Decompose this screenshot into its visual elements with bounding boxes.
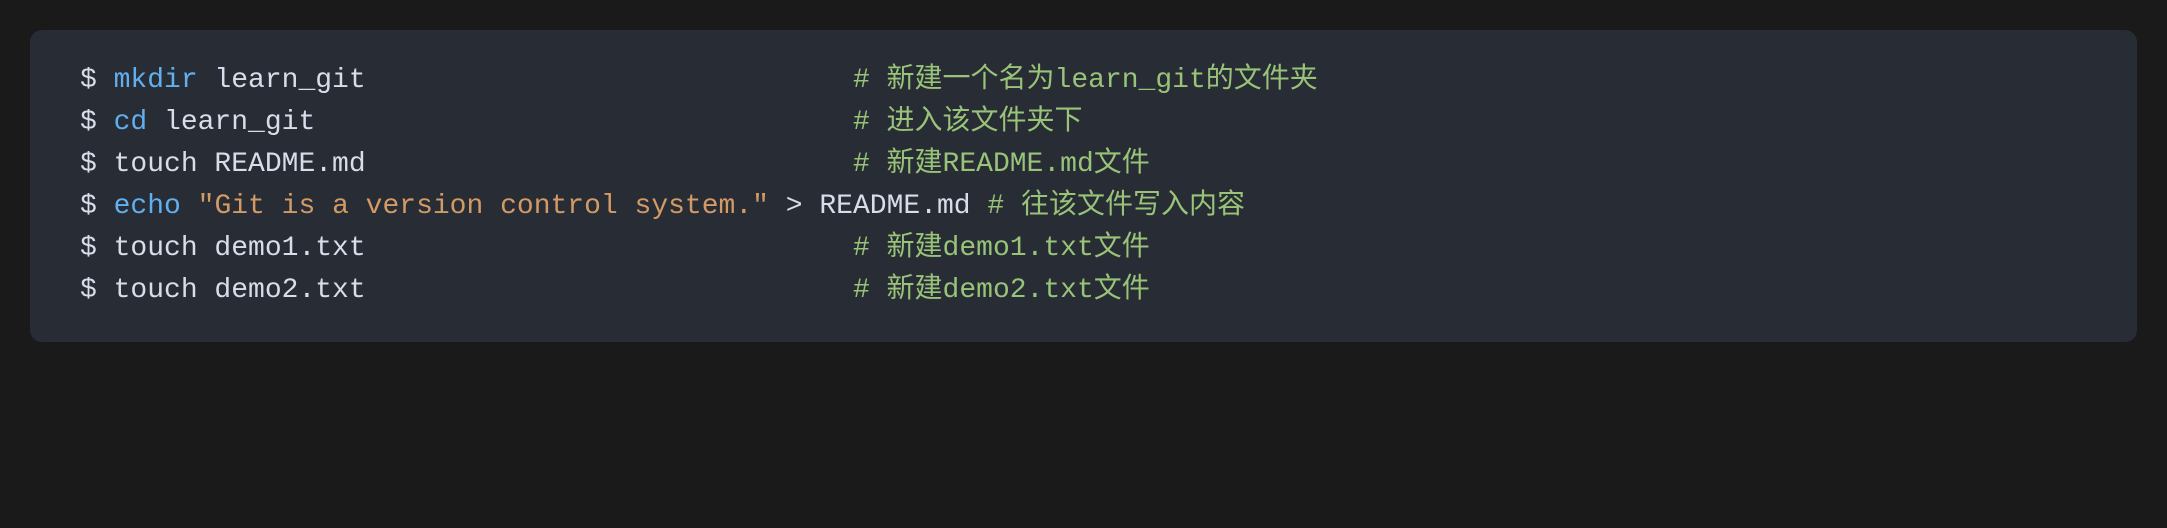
token-builtin: mkdir xyxy=(114,65,198,96)
command-part: $ cd learn_git xyxy=(80,102,315,144)
token-args: learn_git xyxy=(147,107,315,138)
token-args xyxy=(769,191,786,222)
padding xyxy=(366,144,853,186)
token-builtin: cd xyxy=(114,107,148,138)
prompt: $ xyxy=(80,149,114,180)
prompt: $ xyxy=(80,233,114,264)
terminal-line: $ echo "Git is a version control system.… xyxy=(80,186,2087,228)
padding xyxy=(315,102,853,144)
command-part: $ mkdir learn_git xyxy=(80,60,366,102)
prompt: $ xyxy=(80,191,114,222)
token-args: learn_git xyxy=(198,65,366,96)
terminal-line: $ touch demo1.txt # 新建demo1.txt文件 xyxy=(80,228,2087,270)
token-string: "Git is a version control system." xyxy=(198,191,769,222)
command-part: $ touch demo2.txt xyxy=(80,270,366,312)
prompt: $ xyxy=(80,65,114,96)
comment: # 新建demo2.txt文件 xyxy=(853,270,1150,312)
comment: # 进入该文件夹下 xyxy=(853,102,1083,144)
command-part: $ touch README.md xyxy=(80,144,366,186)
padding xyxy=(971,186,988,228)
prompt: $ xyxy=(80,275,114,306)
token-args: touch README.md xyxy=(114,149,366,180)
comment: # 新建README.md文件 xyxy=(853,144,1150,186)
comment: # 新建demo1.txt文件 xyxy=(853,228,1150,270)
token-args: touch demo1.txt xyxy=(114,233,366,264)
comment: # 往该文件写入内容 xyxy=(987,186,1245,228)
terminal-code-block: $ mkdir learn_git # 新建一个名为learn_git的文件夹$… xyxy=(30,30,2137,342)
prompt: $ xyxy=(80,107,114,138)
token-args xyxy=(181,191,198,222)
terminal-line: $ mkdir learn_git # 新建一个名为learn_git的文件夹 xyxy=(80,60,2087,102)
terminal-line: $ touch demo2.txt # 新建demo2.txt文件 xyxy=(80,270,2087,312)
token-op: > xyxy=(786,191,803,222)
command-part: $ touch demo1.txt xyxy=(80,228,366,270)
terminal-line: $ cd learn_git # 进入该文件夹下 xyxy=(80,102,2087,144)
padding xyxy=(366,270,853,312)
comment: # 新建一个名为learn_git的文件夹 xyxy=(853,60,1318,102)
token-builtin: echo xyxy=(114,191,181,222)
padding xyxy=(366,60,853,102)
token-args xyxy=(803,191,820,222)
token-file: README.md xyxy=(819,191,970,222)
command-part: $ echo "Git is a version control system.… xyxy=(80,186,971,228)
terminal-line: $ touch README.md # 新建README.md文件 xyxy=(80,144,2087,186)
token-args: touch demo2.txt xyxy=(114,275,366,306)
padding xyxy=(366,228,853,270)
